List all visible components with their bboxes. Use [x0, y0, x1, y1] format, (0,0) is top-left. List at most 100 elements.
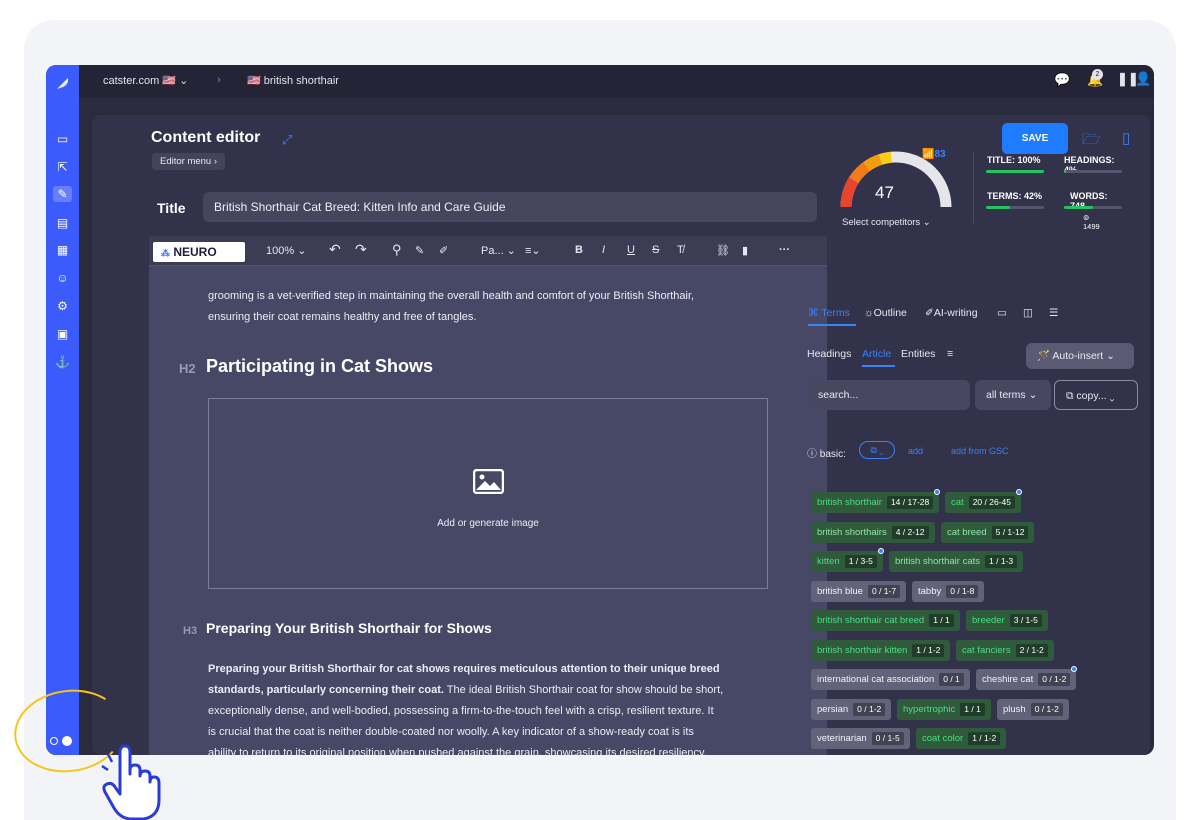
- strikethrough-icon[interactable]: S: [652, 244, 659, 256]
- settings-icon[interactable]: ⚙: [53, 298, 72, 314]
- document-body[interactable]: grooming is a vet-verified step in maint…: [149, 266, 827, 755]
- chat-icon[interactable]: 💬: [1054, 72, 1070, 88]
- folder-icon[interactable]: ▭: [53, 131, 72, 147]
- underline-icon[interactable]: U: [627, 244, 635, 256]
- heading-h2[interactable]: Participating in Cat Shows: [206, 356, 433, 377]
- progress-words-fill: [1064, 206, 1093, 209]
- copy-select[interactable]: ⧉ copy... ⌄: [1054, 380, 1138, 410]
- user-icon[interactable]: 👤: [1135, 71, 1151, 87]
- term-tag[interactable]: cat breed 5 / 1-12: [941, 521, 1035, 543]
- add-from-gsc-link[interactable]: add from GSC: [951, 446, 1009, 456]
- tab-terms[interactable]: ⌘ Terms: [808, 307, 850, 319]
- select-competitors[interactable]: Select competitors ⌄: [842, 217, 931, 228]
- copy-label: copy...: [1076, 390, 1107, 402]
- auto-insert-button[interactable]: 🪄 Auto-insert ⌄: [1026, 343, 1134, 369]
- content-editor-icon[interactable]: ✎: [53, 186, 72, 202]
- users-icon[interactable]: ☺: [53, 270, 72, 286]
- reports-icon[interactable]: ▦: [53, 242, 72, 258]
- all-terms-select[interactable]: all terms ⌄: [975, 380, 1051, 410]
- term-name: british shorthair cats: [895, 556, 981, 567]
- pen-tab-icon: ✐: [925, 307, 934, 319]
- term-tag[interactable]: british shorthair cat breed 1 / 1: [811, 610, 960, 631]
- term-tag[interactable]: british shorthair 14 / 17-28: [811, 492, 940, 513]
- tab-list-icon[interactable]: ☰: [1049, 307, 1058, 319]
- zoom-select[interactable]: 100% ⌄: [266, 244, 306, 257]
- export-doc-icon[interactable]: ▯: [1122, 129, 1130, 147]
- ai-icon[interactable]: ▣: [53, 326, 72, 342]
- term-tag[interactable]: breeder 3 / 1-5: [966, 610, 1048, 631]
- subtab-entities[interactable]: Entities: [901, 348, 935, 360]
- site-selector[interactable]: catster.com 🇺🇸 ⌄: [103, 74, 188, 87]
- term-name: international cat association: [817, 674, 935, 685]
- term-tag[interactable]: persian 0 / 1-2: [811, 698, 892, 720]
- keyword-breadcrumb[interactable]: 🇺🇸 british shorthair: [247, 74, 339, 87]
- term-indicator-dot: [1016, 489, 1022, 495]
- term-tag[interactable]: coat color 1 / 1-2: [916, 728, 1007, 749]
- bookmark-icon[interactable]: ▮: [742, 244, 748, 257]
- redo-icon[interactable]: ↷: [355, 241, 367, 258]
- tab-outline[interactable]: ☼Outline: [864, 307, 907, 319]
- term-tag[interactable]: international cat association 0 / 1: [811, 669, 970, 690]
- term-count: 20 / 26-45: [968, 496, 1015, 509]
- link-icon[interactable]: ⛓: [716, 244, 730, 257]
- term-count: 0 / 1-5: [871, 732, 904, 745]
- anchor-icon[interactable]: ⚓: [53, 354, 72, 370]
- term-name: british shorthair kitten: [817, 644, 908, 656]
- heading-h3[interactable]: Preparing Your British Shorthair for Sho…: [206, 620, 492, 636]
- chevron-down-icon: ⌄: [179, 75, 189, 87]
- subtab-article[interactable]: Article: [862, 348, 891, 360]
- italic-icon[interactable]: I: [602, 244, 605, 256]
- term-count: 1 / 3-5: [844, 555, 877, 568]
- competitor-score: 📶83: [922, 149, 946, 160]
- subtab-headings[interactable]: Headings: [807, 348, 851, 360]
- neuro-logo[interactable]: ⁂ NEURO: [153, 242, 245, 262]
- tab-docs-icon[interactable]: ▭: [997, 307, 1007, 319]
- term-tag[interactable]: cat 20 / 26-45: [945, 492, 1021, 513]
- chevron-down-icon: ⌄: [1106, 350, 1115, 362]
- term-tag[interactable]: british shorthair kitten 1 / 1-2: [811, 639, 951, 661]
- term-count: 2 / 1-2: [1015, 643, 1048, 657]
- term-tag[interactable]: british blue 0 / 1-7: [811, 580, 907, 602]
- tab-ai-writing[interactable]: ✐AI-writing: [925, 307, 978, 319]
- search-input[interactable]: search...: [807, 380, 970, 410]
- term-tag[interactable]: hypertrophic 1 / 1: [897, 698, 991, 720]
- expand-icon[interactable]: ⤢: [282, 132, 292, 148]
- filter-menu-icon[interactable]: ≡: [947, 348, 953, 360]
- paragraph-line: grooming is a vet-verified step in maint…: [208, 290, 695, 302]
- term-count: 0 / 1-2: [1030, 702, 1063, 716]
- paragraph-select[interactable]: Pa... ⌄: [481, 244, 516, 257]
- feather-logo-icon[interactable]: [54, 75, 71, 92]
- image-placeholder[interactable]: Add or generate image: [208, 398, 768, 589]
- term-name: persian: [817, 703, 849, 715]
- h2-label: H2: [179, 361, 196, 376]
- title-input[interactable]: British Shorthair Cat Breed: Kitten Info…: [203, 192, 817, 222]
- highlighter-icon[interactable]: ✐: [439, 244, 448, 257]
- site-name: catster.com: [103, 75, 160, 87]
- basic-select[interactable]: ⧉ ⌄: [859, 441, 895, 459]
- clipboard-icon[interactable]: ▤: [53, 215, 72, 231]
- chevron-down-icon: ⌄: [1028, 389, 1038, 401]
- term-tag[interactable]: cat fanciers 2 / 1-2: [956, 639, 1054, 661]
- score-gauge: 47 📶83 Select competitors ⌄: [787, 135, 997, 235]
- term-tag[interactable]: cheshire cat 0 / 1-2: [976, 669, 1077, 690]
- marker-icon[interactable]: ✎: [415, 244, 424, 257]
- tab-chat-icon[interactable]: ◫: [1023, 307, 1033, 319]
- seo-panel: 47 📶83 Select competitors ⌄ TITLE: 100% …: [787, 135, 1138, 749]
- info-icon: ⓘ: [807, 449, 817, 460]
- add-link[interactable]: add: [908, 446, 923, 456]
- term-tag[interactable]: plush 0 / 1-2: [997, 698, 1069, 720]
- undo-icon[interactable]: ↶: [329, 241, 341, 258]
- clear-format-icon[interactable]: T̸: [677, 244, 684, 256]
- outline-tab-icon: ☼: [864, 307, 874, 319]
- term-tag[interactable]: tabby 0 / 1-8: [912, 580, 985, 602]
- align-icon[interactable]: ≡⌄: [525, 244, 541, 257]
- term-tag[interactable]: veterinarian 0 / 1-5: [811, 728, 910, 749]
- keyword-flag-icon: 🇺🇸: [247, 75, 261, 87]
- bold-icon[interactable]: B: [575, 244, 583, 256]
- term-tag[interactable]: british shorthair cats 1 / 1-3: [889, 551, 1024, 572]
- term-tag[interactable]: kitten 1 / 3-5: [811, 551, 883, 572]
- share-icon[interactable]: ⇱: [53, 159, 72, 175]
- editor-menu-button[interactable]: Editor menu ›: [152, 153, 226, 170]
- search-icon[interactable]: ⚲: [392, 242, 402, 258]
- term-tag[interactable]: british shorthairs 4 / 2-12: [811, 521, 935, 543]
